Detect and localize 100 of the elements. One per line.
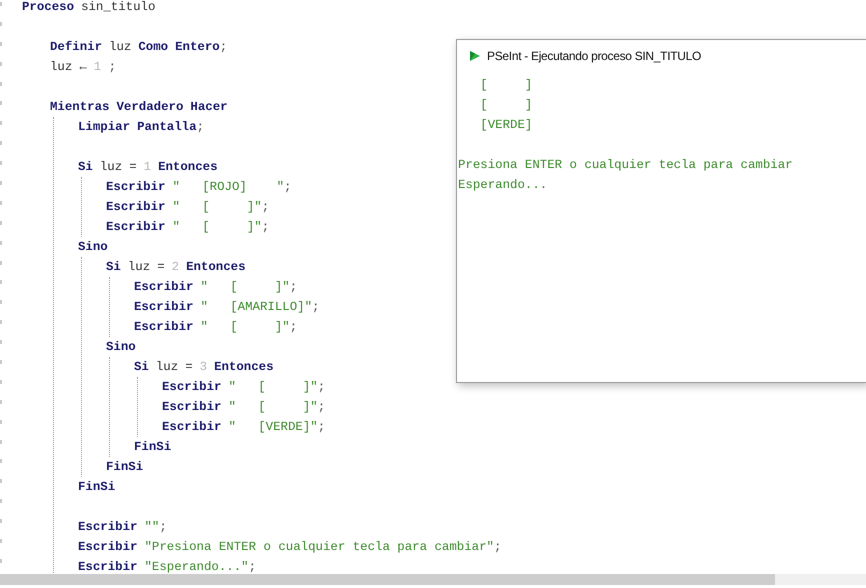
- code-string: " [ ]": [228, 399, 318, 416]
- code-keyword: FinSi: [78, 479, 116, 496]
- code-keyword: FinSi: [134, 439, 172, 456]
- code-keyword: Escribir: [106, 199, 166, 216]
- fold-marker: [0, 300, 2, 304]
- code-number: 3: [200, 359, 208, 376]
- code-keyword: Mientras: [50, 99, 110, 116]
- code-punctuation: ;: [196, 119, 204, 136]
- code-string: " [AMARILLO]": [200, 299, 312, 316]
- code-keyword: Escribir: [106, 219, 166, 236]
- fold-marker: [0, 459, 2, 464]
- code-punctuation: ;: [318, 379, 326, 396]
- code-operator: ←: [79, 59, 87, 76]
- code-string: " [VERDE]": [228, 419, 318, 436]
- fold-marker: [0, 141, 2, 146]
- code-identifier: sin_titulo: [81, 0, 156, 16]
- fold-marker: [0, 499, 2, 504]
- console-output-line: Presiona ENTER o cualquier tecla para cambiar: [458, 157, 793, 174]
- fold-marker: [0, 121, 2, 126]
- code-punctuation: ;: [494, 539, 502, 556]
- fold-marker: [0, 320, 2, 324]
- code-keyword: Si: [134, 359, 149, 376]
- code-keyword: Escribir: [162, 419, 222, 436]
- code-keyword: Verdadero: [116, 99, 184, 116]
- code-keyword: Escribir: [106, 179, 166, 196]
- fold-marker: [0, 400, 2, 404]
- code-keyword: Definir: [50, 39, 102, 56]
- code-string: " [ ]": [172, 199, 262, 216]
- code-keyword: Como: [138, 39, 168, 56]
- code-keyword: Entonces: [214, 359, 274, 376]
- code-identifier: luz: [109, 39, 132, 56]
- fold-marker: [0, 538, 2, 543]
- code-punctuation: ;: [290, 279, 298, 296]
- fold-marker: [0, 22, 2, 26]
- code-number: 2: [172, 259, 180, 276]
- code-keyword: Si: [106, 259, 121, 276]
- window-title: PSeInt - Ejecutando proceso SIN_TITULO: [487, 48, 702, 65]
- code-keyword: Escribir: [78, 539, 138, 556]
- code-keyword: Si: [78, 159, 93, 176]
- fold-marker: [0, 82, 2, 86]
- code-punctuation: ;: [318, 419, 326, 436]
- fold-marker: [0, 280, 2, 284]
- console-output-line: Esperando...: [458, 177, 548, 194]
- code-operator: =: [185, 359, 193, 376]
- fold-marker: [0, 340, 2, 344]
- fold-marker: [0, 240, 2, 245]
- code-operator: =: [157, 259, 165, 276]
- code-punctuation: ;: [220, 39, 228, 56]
- code-keyword: Sino: [106, 339, 136, 356]
- code-keyword: Escribir: [134, 279, 194, 296]
- code-keyword: Escribir: [162, 399, 222, 416]
- code-keyword: Escribir: [78, 519, 138, 536]
- fold-marker: [0, 360, 2, 364]
- code-punctuation: ;: [262, 199, 270, 216]
- fold-marker: [0, 260, 2, 265]
- fold-marker: [0, 220, 2, 225]
- code-keyword: Escribir: [162, 379, 222, 396]
- fold-marker: [0, 420, 2, 424]
- code-identifier: luz: [156, 359, 178, 376]
- app-logo-icon: [469, 50, 481, 62]
- code-number: 1: [94, 59, 102, 76]
- console-output-line: [ ]: [479, 97, 532, 114]
- code-identifier: luz: [100, 159, 122, 176]
- code-keyword: Limpiar: [78, 119, 130, 136]
- code-number: 1: [144, 159, 152, 176]
- fold-marker: [0, 558, 2, 563]
- code-keyword: Escribir: [134, 299, 194, 316]
- code-punctuation: ;: [108, 59, 116, 76]
- code-operator: =: [129, 159, 137, 176]
- code-keyword: Proceso: [22, 0, 74, 16]
- code-string: " [ ]": [200, 279, 290, 296]
- code-keyword: Sino: [78, 239, 108, 256]
- code-string: " [ ]": [200, 319, 290, 336]
- console-output-line: [ ]: [479, 77, 532, 94]
- code-string: " [ ]": [228, 379, 318, 396]
- code-keyword: FinSi: [106, 459, 144, 476]
- code-punctuation: ;: [248, 559, 256, 576]
- fold-marker: [0, 62, 2, 66]
- fold-marker: [0, 479, 2, 484]
- code-keyword: Entero: [175, 39, 220, 56]
- fold-marker: [0, 200, 2, 205]
- code-string: "Esperando...": [144, 559, 249, 576]
- code-punctuation: ;: [284, 179, 292, 196]
- code-keyword: Escribir: [134, 319, 194, 336]
- fold-marker: [0, 101, 2, 106]
- code-keyword: Entonces: [186, 259, 246, 276]
- code-keyword: Pantalla: [137, 119, 197, 136]
- code-string: " [ ]": [172, 219, 262, 236]
- fold-marker: [0, 519, 2, 524]
- code-identifier: luz: [50, 59, 72, 76]
- code-keyword: Escribir: [78, 559, 138, 576]
- fold-marker: [0, 2, 2, 6]
- fold-marker: [0, 161, 2, 166]
- code-punctuation: ;: [159, 519, 167, 536]
- code-string: "": [144, 519, 160, 536]
- code-string: "Presiona ENTER o cualquier tecla para cambiar": [144, 539, 494, 556]
- fold-marker: [0, 380, 2, 384]
- code-identifier: luz: [128, 259, 150, 276]
- fold-marker: [0, 440, 2, 444]
- fold-marker: [0, 42, 2, 46]
